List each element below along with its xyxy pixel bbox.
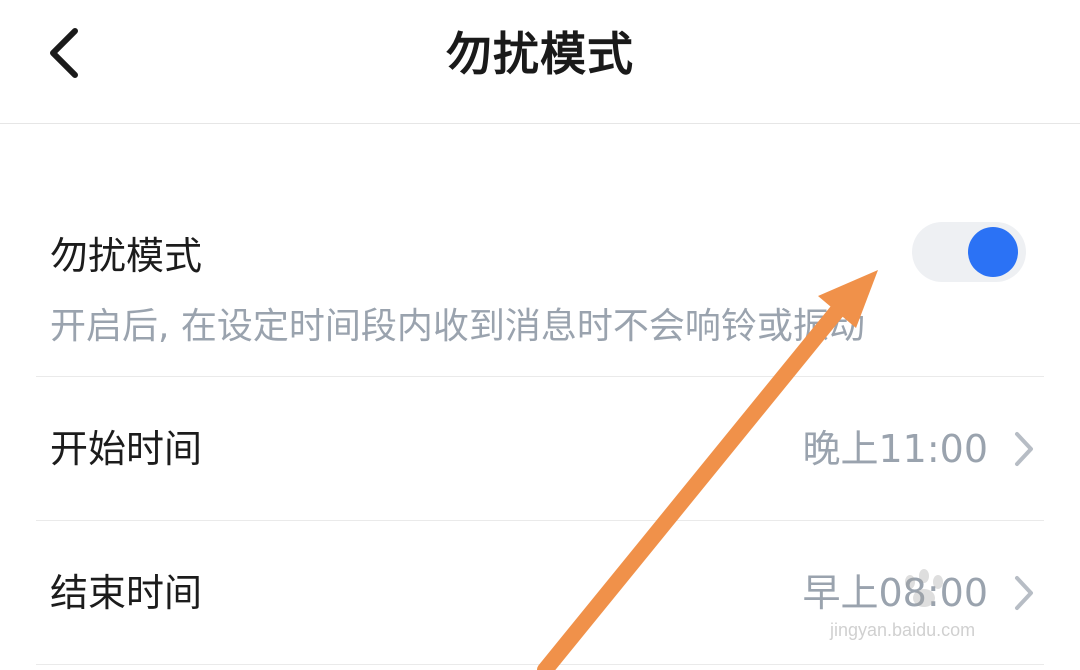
chevron-right-icon — [1004, 573, 1044, 613]
page-title: 勿扰模式 — [446, 27, 634, 81]
top-navigation-bar: 勿扰模式 — [0, 0, 1080, 124]
do-not-disturb-screen: 勿扰模式 勿扰模式 开启后, 在设定时间段内收到消息时不会响铃或振动 开始时间 … — [0, 0, 1080, 670]
start-time-label: 开始时间 — [50, 427, 203, 471]
end-time-row[interactable]: 结束时间 早上08:00 — [36, 521, 1044, 665]
dnd-setting-row: 勿扰模式 开启后, 在设定时间段内收到消息时不会响铃或振动 — [36, 200, 1044, 377]
chevron-right-icon — [1004, 429, 1044, 469]
end-time-value: 早上08:00 — [802, 571, 988, 615]
toggle-knob — [968, 227, 1018, 277]
dnd-description: 开启后, 在设定时间段内收到消息时不会响铃或振动 — [50, 306, 865, 347]
dnd-label: 勿扰模式 — [50, 234, 203, 278]
end-time-label: 结束时间 — [50, 571, 203, 615]
start-time-value: 晚上11:00 — [802, 427, 988, 471]
dnd-toggle-switch[interactable] — [912, 222, 1026, 282]
start-time-row[interactable]: 开始时间 晚上11:00 — [36, 377, 1044, 521]
